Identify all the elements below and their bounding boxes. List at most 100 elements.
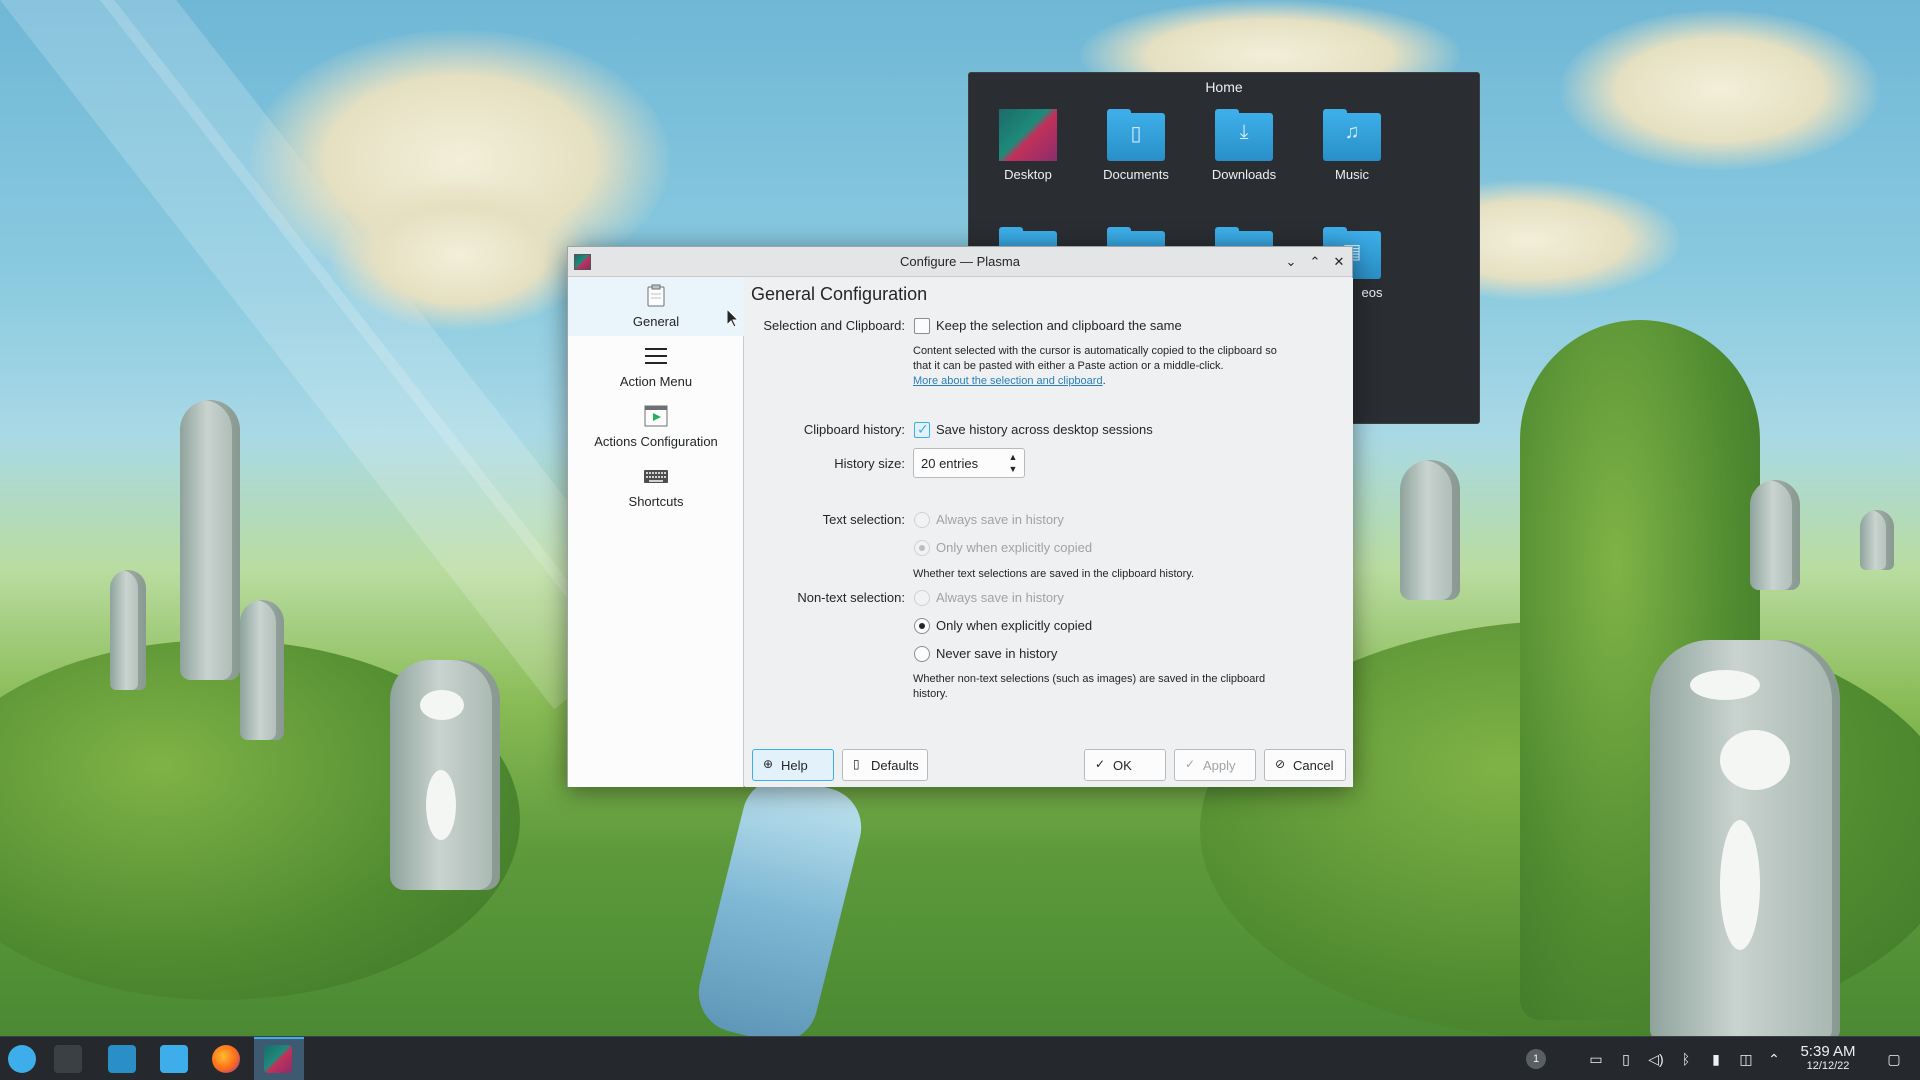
folder-music[interactable]: ♫ Music bbox=[1302, 109, 1402, 182]
document-icon: ▯ bbox=[853, 757, 860, 771]
cloud bbox=[330, 180, 590, 330]
documents-folder-icon: ▯ bbox=[1107, 109, 1165, 161]
show-desktop-icon[interactable]: ▢ bbox=[1884, 1049, 1904, 1069]
sidebar-item-label: Shortcuts bbox=[628, 494, 684, 509]
clock-time: 5:39 AM bbox=[1800, 1043, 1856, 1060]
standing-stone bbox=[1650, 640, 1840, 1036]
selection-help-text: Content selected with the cursor is auto… bbox=[913, 344, 1323, 389]
nontext-only-text[interactable]: Only when explicitly copied bbox=[936, 618, 1092, 633]
text-always-radio[interactable] bbox=[914, 512, 930, 528]
network-icon[interactable]: ◫ bbox=[1736, 1049, 1756, 1069]
firefox-icon[interactable] bbox=[212, 1045, 240, 1073]
configure-dialog: Configure — Plasma ⌄ ⌃ ✕ General Action … bbox=[567, 246, 1353, 787]
apply-button-label: Apply bbox=[1203, 758, 1236, 773]
sidebar-item-general[interactable]: General bbox=[568, 278, 744, 336]
clipboard-history-label: Clipboard history: bbox=[803, 422, 905, 437]
sidebar-item-actions-configuration[interactable]: Actions Configuration bbox=[568, 398, 744, 456]
desktop-folder-icon bbox=[999, 109, 1057, 161]
maximize-button[interactable]: ⌃ bbox=[1305, 252, 1325, 272]
text-only-text[interactable]: Only when explicitly copied bbox=[936, 540, 1092, 555]
text-selection-help: Whether text selections are saved in the… bbox=[913, 568, 1195, 580]
clock-date: 12/12/22 bbox=[1806, 1060, 1850, 1072]
discover-icon[interactable] bbox=[108, 1045, 136, 1073]
klipper-task-icon[interactable] bbox=[264, 1045, 292, 1073]
link-tail: . bbox=[1102, 375, 1106, 387]
defaults-button[interactable]: ▯ Defaults bbox=[842, 749, 928, 781]
history-size-label: History size: bbox=[834, 456, 905, 471]
cancel-button[interactable]: ⊘ Cancel bbox=[1264, 749, 1346, 781]
defaults-button-label: Defaults bbox=[871, 758, 919, 773]
standing-stone bbox=[240, 600, 284, 740]
bluetooth-icon[interactable]: ᛒ bbox=[1676, 1049, 1696, 1069]
digital-clock[interactable]: 5:39 AM 12/12/22 bbox=[1790, 1043, 1866, 1072]
music-folder-icon: ♫ bbox=[1323, 109, 1381, 161]
taskbar: 1 ▭ ▯ ◁) ᛒ ▮ ◫ ⌃ 5:39 AM 12/12/22 ▢ bbox=[0, 1036, 1920, 1080]
minimize-button[interactable]: ⌄ bbox=[1281, 252, 1301, 272]
sidebar-item-label: General bbox=[632, 314, 680, 329]
clipboard-icon bbox=[647, 284, 665, 307]
folder-documents[interactable]: ▯ Documents bbox=[1086, 109, 1186, 182]
selection-clipboard-label: Selection and Clipboard: bbox=[763, 318, 905, 333]
keep-selection-clipboard-checkbox[interactable] bbox=[914, 318, 930, 334]
spin-down-icon[interactable]: ▼ bbox=[1006, 464, 1020, 476]
selection-help-line: Content selected with the cursor is auto… bbox=[913, 345, 1277, 357]
cancel-icon: ⊘ bbox=[1275, 757, 1286, 771]
stone-hole bbox=[1720, 820, 1760, 950]
nontext-only-radio[interactable] bbox=[914, 618, 930, 634]
dolphin-icon[interactable] bbox=[160, 1045, 188, 1073]
save-history-checkbox[interactable] bbox=[914, 421, 930, 438]
close-button[interactable]: ✕ bbox=[1329, 252, 1349, 272]
help-button[interactable]: ⊕ Help bbox=[752, 749, 834, 781]
mouse-cursor-icon bbox=[727, 309, 739, 327]
title-bar[interactable]: Configure — Plasma ⌄ ⌃ ✕ bbox=[568, 247, 1352, 277]
folder-desktop[interactable]: Desktop bbox=[978, 109, 1078, 182]
folder-label: Music bbox=[1335, 167, 1369, 182]
spin-up-icon[interactable]: ▲ bbox=[1006, 452, 1020, 464]
sidebar-item-label: Action Menu bbox=[619, 374, 693, 389]
check-icon: ✓ bbox=[1185, 757, 1196, 771]
nontext-always-text[interactable]: Always save in history bbox=[936, 590, 1064, 605]
save-history-text[interactable]: Save history across desktop sessions bbox=[936, 422, 1153, 437]
nontext-always-radio[interactable] bbox=[914, 590, 930, 606]
chevron-up-icon: ⌃ bbox=[1309, 254, 1321, 269]
keep-selection-clipboard-text[interactable]: Keep the selection and clipboard the sam… bbox=[936, 318, 1182, 333]
nontext-help-line: history. bbox=[913, 688, 948, 700]
usb-device-icon[interactable]: ▮ bbox=[1706, 1049, 1726, 1069]
chevron-up-icon[interactable]: ⌃ bbox=[1764, 1049, 1784, 1069]
text-only-radio[interactable] bbox=[914, 540, 930, 556]
folder-downloads[interactable]: ⤓ Downloads bbox=[1194, 109, 1294, 182]
ok-button-label: OK bbox=[1113, 758, 1132, 773]
ok-button[interactable]: ✓ OK bbox=[1084, 749, 1166, 781]
display-icon[interactable]: ▭ bbox=[1586, 1049, 1606, 1069]
apply-button[interactable]: ✓ Apply bbox=[1174, 749, 1256, 781]
pager-icon[interactable] bbox=[54, 1045, 82, 1073]
stone-hole bbox=[1690, 670, 1760, 700]
clipboard-tray-icon[interactable]: ▯ bbox=[1616, 1049, 1636, 1069]
standing-stone bbox=[180, 400, 240, 680]
close-icon: ✕ bbox=[1333, 254, 1345, 269]
cancel-button-label: Cancel bbox=[1293, 758, 1334, 773]
sidebar-item-shortcuts[interactable]: Shortcuts bbox=[568, 458, 744, 516]
selection-help-line: that it can be pasted with either a Past… bbox=[913, 360, 1224, 372]
nontext-never-text[interactable]: Never save in history bbox=[936, 646, 1057, 661]
sidebar: General Action Menu Actions Configuratio… bbox=[568, 278, 744, 787]
standing-stone bbox=[1860, 510, 1894, 570]
nontext-never-radio[interactable] bbox=[914, 646, 930, 662]
text-always-text[interactable]: Always save in history bbox=[936, 512, 1064, 527]
standing-stone bbox=[1750, 480, 1800, 590]
home-popup-title: Home bbox=[1205, 79, 1243, 95]
stone-hole bbox=[420, 690, 464, 720]
stone-hole bbox=[1720, 730, 1790, 790]
downloads-folder-icon: ⤓ bbox=[1215, 109, 1273, 161]
sidebar-item-action-menu[interactable]: Action Menu bbox=[568, 338, 744, 396]
volume-icon[interactable]: ◁) bbox=[1646, 1049, 1666, 1069]
notification-count-badge[interactable]: 1 bbox=[1526, 1049, 1546, 1069]
keyboard-icon bbox=[644, 470, 668, 483]
folder-label: Documents bbox=[1103, 167, 1169, 182]
chevron-down-icon: ⌄ bbox=[1285, 254, 1297, 269]
page-title: General Configuration bbox=[751, 284, 928, 304]
application-launcher-icon[interactable] bbox=[8, 1045, 36, 1073]
more-about-selection-link[interactable]: More about the selection and clipboard bbox=[913, 375, 1103, 387]
history-size-spinbox[interactable]: 20 entries ▲ ▼ bbox=[913, 448, 1025, 478]
standing-stone bbox=[1400, 460, 1460, 600]
